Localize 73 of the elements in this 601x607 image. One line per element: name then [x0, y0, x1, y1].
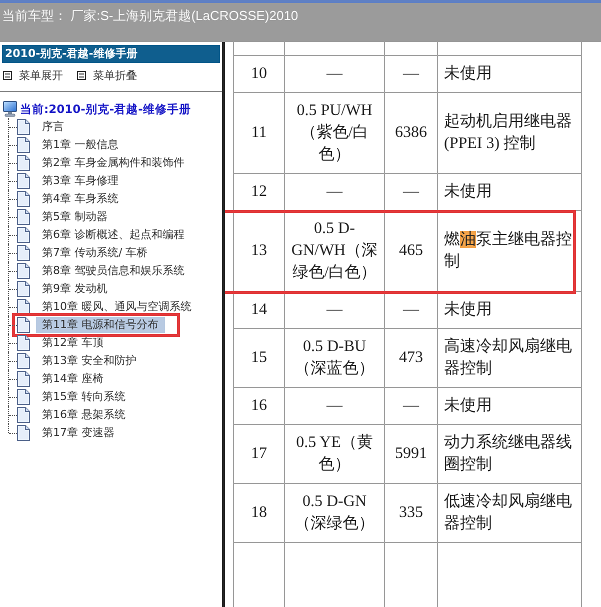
- tree-item[interactable]: 第2章 车身金属构件和装饰件: [36, 155, 190, 171]
- table-cell: —: [284, 56, 384, 92]
- tree-item[interactable]: 序言: [36, 119, 70, 135]
- tree-item[interactable]: 第14章 座椅: [36, 371, 110, 387]
- list-icon: [3, 70, 12, 80]
- table-cell: 未使用: [438, 292, 582, 328]
- tree-item[interactable]: 第10章 暖风、通风与空调系统: [36, 299, 198, 315]
- tree-item[interactable]: 第12章 车顶: [36, 335, 110, 351]
- tree-item[interactable]: 第17章 变速器: [36, 425, 120, 441]
- table-cell: 0.5 D-BU（深蓝色）: [284, 328, 384, 388]
- table-cell: 17: [234, 424, 284, 484]
- table-cell: —: [384, 56, 438, 92]
- menu-action[interactable]: 菜单展开: [3, 68, 63, 82]
- document-icon: [17, 119, 30, 135]
- document-icon: [17, 425, 30, 441]
- tree-item[interactable]: 第5章 制动器: [36, 209, 114, 225]
- panel-header: 2010-别克-君越-维修手册: [2, 45, 220, 63]
- document-icon: [17, 173, 30, 189]
- table-cell: 0.5 D-GN（深绿色）: [284, 484, 384, 542]
- table-cell: 473: [384, 328, 438, 388]
- tree-root[interactable]: 当前:2010-别克-君越-维修手册: [20, 102, 191, 116]
- document-icon: [17, 227, 30, 243]
- document-icon: [17, 191, 30, 207]
- document-icon: [17, 137, 30, 153]
- tree-item[interactable]: 第1章 一般信息: [36, 137, 124, 153]
- table-cell: 12: [234, 174, 284, 210]
- tree-item[interactable]: 第6章 诊断概述、起点和编程: [36, 227, 190, 243]
- document-icon: [17, 335, 30, 351]
- table-cell: —: [384, 388, 438, 424]
- tree-item[interactable]: 第16章 悬架系统: [36, 407, 132, 423]
- document-icon: [17, 389, 30, 405]
- table-cell: 0.5 PU/WH（紫色/白色）: [284, 92, 384, 174]
- document-icon: [17, 317, 30, 333]
- table-cell: 15: [234, 328, 284, 388]
- menu-action[interactable]: 菜单折叠: [77, 68, 137, 82]
- tree-item[interactable]: 第3章 车身修理: [36, 173, 124, 189]
- table-cell: —: [284, 388, 384, 424]
- table-cell: 18: [234, 484, 284, 542]
- document-icon: [17, 155, 30, 171]
- tree-item[interactable]: 第15章 转向系统: [36, 389, 132, 405]
- table-cell: 10: [234, 56, 284, 92]
- document-icon: [17, 281, 30, 297]
- table-cell: 低速冷却风扇继电器控制: [438, 484, 582, 542]
- tree-item[interactable]: 第8章 驾驶员信息和娱乐系统: [36, 263, 190, 279]
- tree-item[interactable]: 第7章 传动系统/ 车桥: [36, 245, 154, 261]
- table-cell: —: [384, 292, 438, 328]
- table-cell: 5991: [384, 424, 438, 484]
- tree-item[interactable]: 第4章 车身系统: [36, 191, 124, 207]
- table-cell: 16: [234, 388, 284, 424]
- document-icon: [17, 299, 30, 315]
- table-cell: 未使用: [438, 56, 582, 92]
- document-icon: [17, 371, 30, 387]
- tree-item[interactable]: 第13章 安全和防护: [36, 353, 142, 369]
- table-cell: 高速冷却风扇继电器控制: [438, 328, 582, 388]
- table-cell: 动力系统继电器线圈控制: [438, 424, 582, 484]
- document-icon: [17, 245, 30, 261]
- window-title: 当前车型： 厂家:S-上海别克君越(LaCROSSE)2010: [2, 8, 298, 23]
- document-icon: [17, 407, 30, 423]
- document-icon: [17, 263, 30, 279]
- table-cell: 11: [234, 92, 284, 174]
- table-cell: 起动机启用继电器(PPEI 3) 控制: [438, 92, 582, 174]
- tree-item[interactable]: 第11章 电源和信号分布: [36, 317, 164, 333]
- table-cell: 14: [234, 292, 284, 328]
- table-cell: 6386: [384, 92, 438, 174]
- document-icon: [17, 209, 30, 225]
- table-cell: 335: [384, 484, 438, 542]
- computer-icon: [3, 101, 17, 117]
- tree-item[interactable]: 第9章 发动机: [36, 281, 114, 297]
- table-cell: —: [284, 292, 384, 328]
- table-cell: 0.5 YE（黄色）: [284, 424, 384, 484]
- document-icon: [17, 353, 30, 369]
- list-icon: [77, 70, 86, 80]
- table-cell: 未使用: [438, 388, 582, 424]
